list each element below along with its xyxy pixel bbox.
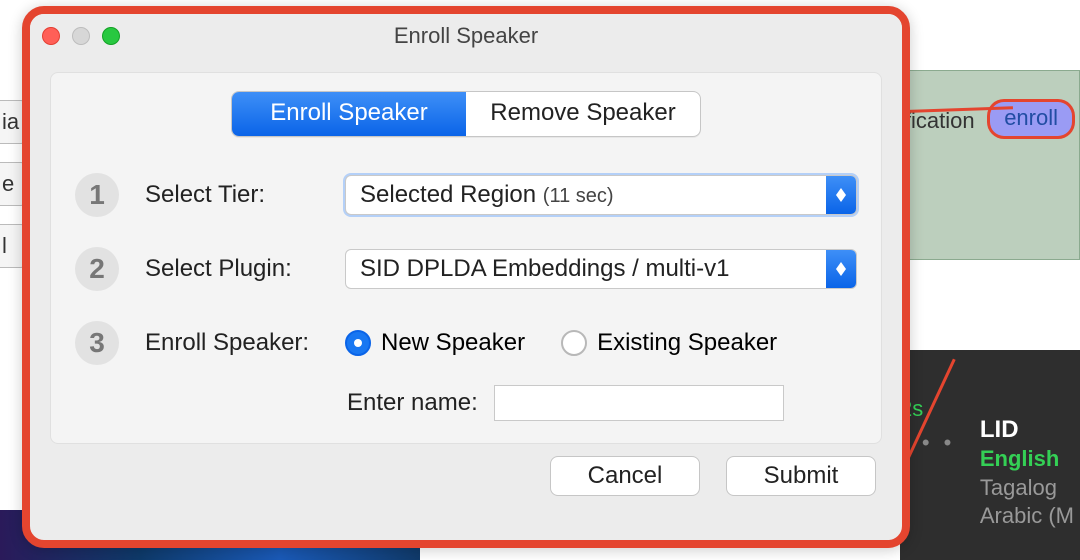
step-3-badge: 3	[75, 321, 119, 365]
select-plugin-value: SID DPLDA Embeddings / multi-v1	[346, 255, 826, 283]
chevron-updown-icon	[826, 176, 856, 214]
step-3-label: Enroll Speaker:	[145, 329, 345, 357]
lid-title: LID	[980, 414, 1074, 445]
lid-lang-english: English	[980, 445, 1074, 474]
lid-panel: LID English Tagalog Arabic (M	[980, 414, 1074, 531]
bg-green-band	[900, 70, 1080, 260]
step-1-row: 1 Select Tier: Selected Region (11 sec)	[75, 173, 857, 217]
tab-remove-speaker[interactable]: Remove Speaker	[466, 92, 700, 136]
enroll-speaker-dialog: Enroll Speaker Enroll Speaker Remove Spe…	[22, 6, 910, 548]
radio-new-speaker[interactable]: New Speaker	[345, 329, 525, 357]
speaker-type-radio-group: New Speaker Existing Speaker	[345, 329, 777, 357]
cancel-button[interactable]: Cancel	[550, 456, 700, 496]
step-2-badge: 2	[75, 247, 119, 291]
step-1-badge: 1	[75, 173, 119, 217]
speaker-name-input[interactable]	[494, 385, 784, 421]
radio-existing-speaker[interactable]: Existing Speaker	[561, 329, 777, 357]
step-2-label: Select Plugin:	[145, 255, 345, 283]
chevron-updown-icon	[826, 250, 856, 288]
close-icon[interactable]	[42, 27, 60, 45]
minimize-icon	[72, 27, 90, 45]
lid-lang-tagalog: Tagalog	[980, 474, 1074, 503]
lid-lang-arabic: Arabic (M	[980, 502, 1074, 531]
enter-name-row: Enter name:	[347, 385, 857, 421]
dialog-footer: Cancel Submit	[30, 456, 902, 504]
select-tier-value: Selected Region (11 sec)	[346, 181, 826, 209]
step-1-label: Select Tier:	[145, 181, 345, 209]
dialog-panel: Enroll Speaker Remove Speaker 1 Select T…	[50, 72, 882, 444]
select-tier-dropdown[interactable]: Selected Region (11 sec)	[345, 175, 857, 215]
step-2-row: 2 Select Plugin: SID DPLDA Embeddings / …	[75, 247, 857, 291]
radio-existing-speaker-label: Existing Speaker	[597, 329, 777, 357]
dialog-titlebar: Enroll Speaker	[30, 14, 902, 58]
bg-right-strip: ification 2s • • • LID English Tagalog A…	[900, 0, 1080, 560]
zoom-icon[interactable]	[102, 27, 120, 45]
tab-enroll-speaker[interactable]: Enroll Speaker	[232, 92, 466, 136]
radio-checked-icon	[345, 330, 371, 356]
submit-button[interactable]: Submit	[726, 456, 876, 496]
dialog-title: Enroll Speaker	[394, 23, 538, 49]
enter-name-label: Enter name:	[347, 389, 478, 417]
radio-unchecked-icon	[561, 330, 587, 356]
mode-segmented-control: Enroll Speaker Remove Speaker	[231, 91, 701, 137]
select-plugin-dropdown[interactable]: SID DPLDA Embeddings / multi-v1	[345, 249, 857, 289]
radio-new-speaker-label: New Speaker	[381, 329, 525, 357]
step-3-row: 3 Enroll Speaker: New Speaker Existing S…	[75, 321, 857, 365]
window-traffic-lights	[42, 27, 120, 45]
